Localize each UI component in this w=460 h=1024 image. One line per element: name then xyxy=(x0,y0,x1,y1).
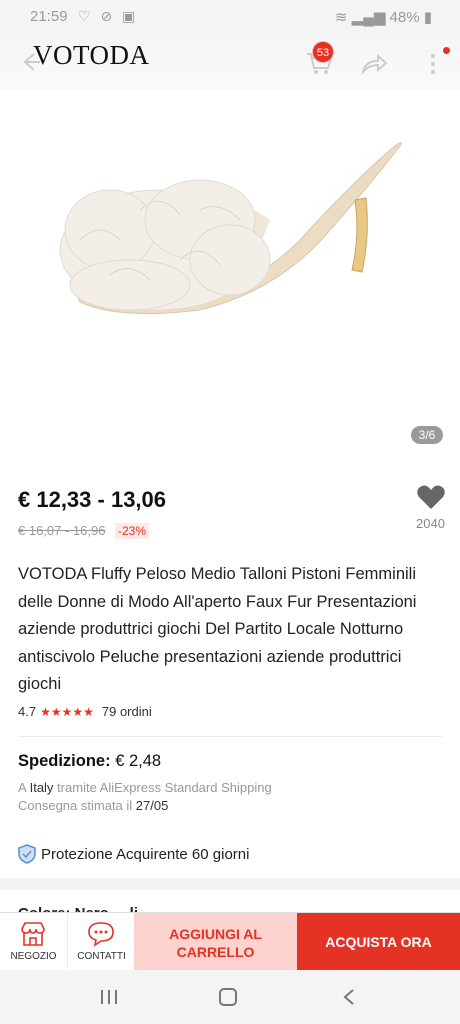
chat-icon xyxy=(88,922,114,947)
shipping-method: A Italy tramite AliExpress Standard Ship… xyxy=(18,780,272,795)
more-options-icon[interactable] xyxy=(428,52,438,76)
delivery-estimate: Consegna stimata il 27/05 xyxy=(18,798,168,813)
contact-button[interactable]: CONTATTI xyxy=(67,913,134,971)
rating-row[interactable]: 4.7 ★★★★★ 79 ordini xyxy=(18,704,152,719)
notification-dot xyxy=(443,47,450,54)
heart-icon[interactable] xyxy=(416,484,446,510)
add-cart-label-line1: AGGIUNGI AL xyxy=(169,926,262,942)
section-gap xyxy=(0,878,460,890)
shipping-country: Italy xyxy=(29,780,54,795)
brand-title: VOTODA xyxy=(33,40,150,70)
original-price: € 16,07 - 16,96 xyxy=(18,523,106,538)
divider xyxy=(18,736,442,737)
shop-button[interactable]: NEGOZIO xyxy=(0,913,67,971)
orders-count: 79 ordini xyxy=(101,704,152,719)
cart-count-badge[interactable]: 53 xyxy=(312,41,334,63)
contact-label: CONTATTI xyxy=(77,951,126,962)
image-counter: 3/6 xyxy=(411,426,443,444)
status-notification-icons: ♡ ⊘ ▣ xyxy=(78,8,139,24)
product-photo-slipper xyxy=(59,142,402,315)
price-range: € 12,33 - 13,06 xyxy=(18,487,167,512)
status-system-icons: ≋ ▂▄▆ 48% ▮ xyxy=(335,8,432,26)
buyer-protection-label[interactable]: Protezione Acquirente 60 giorni xyxy=(41,846,249,863)
home-icon[interactable] xyxy=(219,988,237,1006)
delivery-label: Consegna stimata il xyxy=(18,798,133,813)
add-to-cart-button[interactable]: AGGIUNGI AL CARRELLO xyxy=(134,913,297,971)
rating-stars-icon: ★★★★★ xyxy=(40,705,94,719)
rating-value: 4.7 xyxy=(18,704,37,719)
delivery-date: 27/05 xyxy=(135,798,169,813)
battery-percent: 48% xyxy=(389,9,420,26)
shield-icon xyxy=(18,844,36,864)
system-nav-bar xyxy=(0,970,460,1024)
add-cart-label-line2: CARRELLO xyxy=(176,944,255,960)
shipping-title[interactable]: Spedizione: € 2,48 xyxy=(18,752,161,771)
product-image-gallery[interactable] xyxy=(0,90,460,460)
buy-now-button[interactable]: ACQUISTA ORA xyxy=(297,913,460,971)
share-icon[interactable] xyxy=(360,52,388,76)
wishlist-count: 2040 xyxy=(416,516,445,531)
product-title: VOTODA Fluffy Peloso Medio Talloni Pisto… xyxy=(18,565,417,693)
shop-label: NEGOZIO xyxy=(10,951,57,962)
shipping-label: Spedizione: xyxy=(18,752,111,770)
app-header: VOTODA 53 xyxy=(0,34,460,90)
nav-back-icon[interactable] xyxy=(342,989,356,1005)
shipping-cost: € 2,48 xyxy=(115,752,162,770)
status-bar: 21:59 ♡ ⊘ ▣ ≋ ▂▄▆ 48% ▮ xyxy=(0,0,460,34)
bottom-action-bar: NEGOZIO CONTATTI AGGIUNGI AL CARRELLO AC… xyxy=(0,912,460,971)
status-time: 21:59 xyxy=(30,8,68,25)
discount-badge: -23% xyxy=(115,523,150,539)
shipping-service: tramite AliExpress Standard Shipping xyxy=(57,780,272,795)
store-icon xyxy=(21,922,45,946)
signal-icon: ▂▄▆ xyxy=(351,9,386,26)
battery-icon: ▮ xyxy=(423,9,432,26)
shipping-prefix: A xyxy=(18,780,26,795)
wifi-icon: ≋ xyxy=(334,9,348,26)
recent-apps-icon[interactable] xyxy=(100,989,118,1005)
